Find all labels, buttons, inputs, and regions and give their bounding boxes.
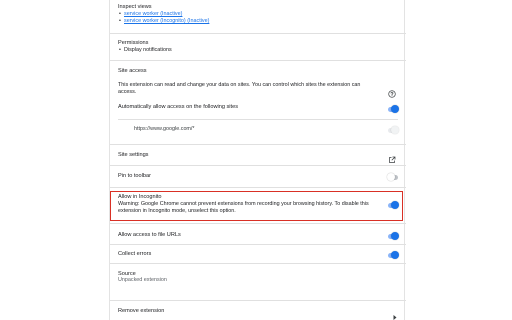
help-circle-icon[interactable] [388,85,396,103]
pin-toolbar-toggle[interactable] [387,173,399,181]
file-urls-toggle[interactable] [387,232,399,240]
inspect-views-heading: Inspect views [118,4,152,10]
permission-item: Display notifications [119,47,172,54]
extension-details-card: Inspect views service worker (Inactive) … [109,0,406,320]
auto-allow-toggle[interactable] [387,105,399,113]
service-worker-link[interactable]: service worker (Inactive) [124,11,182,17]
pin-toolbar-label: Pin to toolbar [118,173,151,179]
site-settings-label[interactable]: Site settings [118,152,148,158]
toggle-knob [391,232,399,240]
divider [110,187,406,188]
site-url: https://www.google.com/* [134,126,195,132]
site-access-description: This extension can read and change your … [118,82,361,96]
toggle-knob [391,105,399,113]
toggle-knob [391,251,399,259]
chevron-right-icon[interactable] [392,308,398,320]
divider [110,223,406,224]
divider [110,33,406,34]
permission-label: Display notifications [124,47,172,53]
collect-errors-label: Collect errors [118,251,152,257]
file-urls-label: Allow access to file URLs [118,232,181,238]
divider [110,144,406,145]
divider [110,300,406,301]
source-value: Unpacked extension [118,277,167,283]
divider [110,60,406,61]
open-in-new-icon[interactable] [388,151,396,169]
divider [110,263,406,264]
divider [110,165,406,166]
site-access-heading: Site access [118,68,147,74]
divider [110,244,406,245]
toggle-knob [387,173,395,181]
service-worker-incognito-link[interactable]: service worker (Incognito) (Inactive) [124,18,209,24]
auto-allow-label: Automatically allow access on the follow… [118,104,239,110]
toggle-knob [391,126,399,134]
incognito-highlight-box [110,191,403,221]
inspect-views-item-2: service worker (Incognito) (Inactive) [119,18,209,25]
inspect-views-item-1: service worker (Inactive) [119,11,182,18]
collect-errors-toggle[interactable] [387,251,399,259]
permissions-heading: Permissions [118,40,149,46]
site-url-toggle [387,126,399,134]
remove-extension-button[interactable]: Remove extension [118,308,164,314]
divider [118,119,398,120]
